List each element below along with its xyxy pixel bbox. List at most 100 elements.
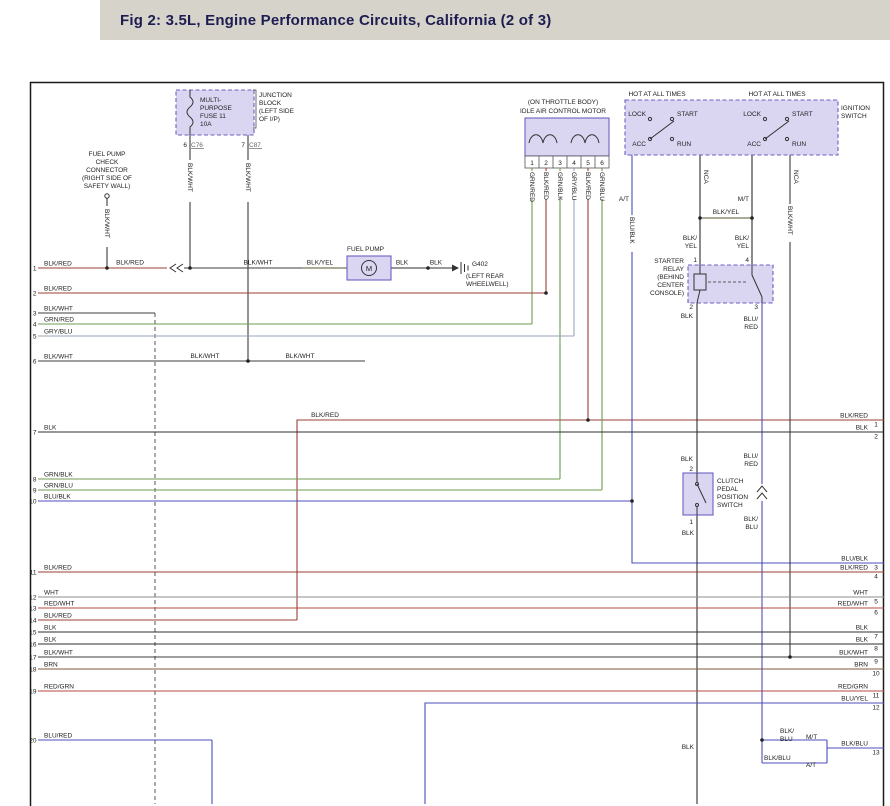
- starter-relay-label: CONSOLE): [650, 290, 684, 297]
- right-pin-9: 9: [874, 659, 878, 666]
- left-pin-17: 17: [29, 655, 37, 662]
- fuse-pin-7: 7: [241, 142, 245, 149]
- left-wire-label-10: BLU/BLK: [44, 494, 71, 501]
- iac-wire-label: BLK/RED: [584, 172, 591, 200]
- wire-label-blkwht: BLK/WHT: [786, 206, 793, 235]
- junction-block-label: JUNCTION: [259, 92, 292, 99]
- left-wire-label-5: GRY/BLU: [44, 329, 73, 336]
- wire-label-blk: BLK: [681, 313, 694, 320]
- left-wire-label-6: BLK/WHT: [44, 354, 73, 361]
- ignition-pos-acc: ACC: [747, 141, 761, 148]
- wire-seg-label: BLK: [430, 260, 443, 267]
- left-wire-label-4: GRN/RED: [44, 317, 74, 324]
- right-wire-label-8: BLK: [856, 637, 869, 644]
- connector-link-c87[interactable]: C87: [249, 142, 261, 149]
- wiring-diagram: MULTI- PURPOSE FUSE 11 10A JUNCTION BLOC…: [0, 0, 890, 806]
- ignition-switch-name: IGNITION: [841, 105, 870, 112]
- right-pin-1: 1: [874, 422, 878, 429]
- wire-label-blkwht: BLK/WHT: [186, 163, 193, 192]
- at-variant-label: A/T: [806, 762, 816, 769]
- junction-dot: [426, 266, 430, 270]
- relay-pin-3: 3: [754, 304, 758, 311]
- left-pin-12: 12: [29, 595, 37, 602]
- ground-name: G402: [472, 261, 488, 268]
- ignition-pos-lock: LOCK: [628, 111, 646, 118]
- wire-label-blkred: BLK/RED: [311, 412, 339, 419]
- right-wire-label-12: BLU/YEL: [841, 696, 868, 703]
- nca-label: NCA: [702, 170, 709, 184]
- left-pin-19: 19: [29, 689, 37, 696]
- right-pin-11: 11: [873, 693, 880, 700]
- left-pin-15: 15: [29, 630, 37, 637]
- wire-label-blkblu: BLK/BLU: [764, 755, 791, 762]
- wire-label-blublk: BLU/BLK: [628, 217, 635, 244]
- left-wire-label-2: BLK/RED: [44, 286, 72, 293]
- junction-dot: [586, 418, 590, 422]
- hot-at-all-times-label: HOT AT ALL TIMES: [748, 91, 806, 98]
- diagram-border: [31, 83, 884, 806]
- junction-dot: [698, 216, 702, 220]
- junction-dot: [246, 359, 250, 363]
- wire-label-blkyel: BLK/: [683, 235, 697, 242]
- right-wire-label-11: RED/GRN: [838, 684, 868, 691]
- nca-label: NCA: [792, 170, 799, 184]
- iac-name: IDLE AIR CONTROL MOTOR: [520, 108, 606, 115]
- right-pin-12: 12: [872, 705, 880, 712]
- right-wire-label-6: RED/WHT: [838, 601, 868, 608]
- left-wire-label-7: BLK: [44, 425, 57, 432]
- clutch-switch-box: [683, 473, 713, 515]
- wire-label-blkwht: BLK/WHT: [286, 353, 315, 360]
- wire-label-blkwht: BLK/WHT: [191, 353, 220, 360]
- left-pin-2: 2: [33, 291, 37, 298]
- ignition-pos-run: RUN: [677, 141, 691, 148]
- right-wire-label-7: BLK: [856, 625, 869, 632]
- left-wire-label-8: GRN/BLK: [44, 472, 73, 479]
- iac-pin-5: 5: [586, 160, 590, 167]
- right-wire-label-4: BLK/RED: [840, 565, 868, 572]
- right-wire-label-1: BLK/RED: [840, 413, 868, 420]
- clutch-pin-2: 2: [689, 466, 693, 473]
- ignition-pos-start: START: [677, 111, 698, 118]
- left-pin-18: 18: [29, 667, 37, 674]
- ignition-pos-acc: ACC: [632, 141, 646, 148]
- junction-block-label: BLOCK: [259, 100, 282, 107]
- left-wire-label-11: BLK/RED: [44, 565, 72, 572]
- junction-dot: [105, 266, 109, 270]
- wire-label-blured: BLU/: [744, 316, 759, 323]
- connector-link-c76[interactable]: C76: [191, 142, 203, 149]
- junction-dot: [630, 499, 634, 503]
- iac-wire-label: GRY/BLU: [570, 172, 577, 201]
- junction-dot: [788, 655, 792, 659]
- left-wire-label-14: BLK/RED: [44, 613, 72, 620]
- right-wire-label-9: BLK/WHT: [839, 650, 868, 657]
- left-wire-label-18: BRN: [44, 662, 58, 669]
- clutch-switch-label: PEDAL: [717, 486, 739, 493]
- wire-label-blk: BLK: [682, 530, 695, 537]
- ground-location: (LEFT REAR: [466, 273, 504, 280]
- right-wire-label-10: BRN: [854, 662, 868, 669]
- wire-label-blk: BLK: [682, 744, 695, 751]
- starter-relay-box: [688, 265, 773, 303]
- mt-variant-label: M/T: [738, 196, 749, 203]
- left-pin-20: 20: [29, 738, 37, 745]
- left-pin-10: 10: [29, 499, 37, 506]
- left-wire-label-12: WHT: [44, 590, 59, 597]
- hot-at-all-times-label: HOT AT ALL TIMES: [628, 91, 686, 98]
- left-wire-label-17: BLK/WHT: [44, 650, 73, 657]
- iac-pin-1: 1: [530, 160, 534, 167]
- wire-label-blkblu: BLU: [780, 736, 793, 743]
- junction-block-label: OF I/P): [259, 116, 280, 123]
- iac-wire-label: GRN/BLK: [556, 172, 563, 201]
- left-pin-14: 14: [29, 618, 37, 625]
- page: Fig 2: 3.5L, Engine Performance Circuits…: [0, 0, 890, 806]
- mt-variant-label: M/T: [806, 734, 817, 741]
- right-pin-5: 5: [874, 599, 878, 606]
- wire-label-blured: RED: [744, 461, 758, 468]
- starter-relay-label: (BEHIND: [657, 274, 684, 281]
- fuel-pump-label: FUEL PUMP: [347, 246, 384, 253]
- right-wire-label-13: BLK/BLU: [841, 741, 868, 748]
- right-wire-label-3: BLU/BLK: [841, 556, 868, 563]
- iac-wire-label: GRN/RED: [528, 172, 535, 202]
- ignition-pos-lock: LOCK: [743, 111, 761, 118]
- fuse-label: PURPOSE: [200, 105, 232, 112]
